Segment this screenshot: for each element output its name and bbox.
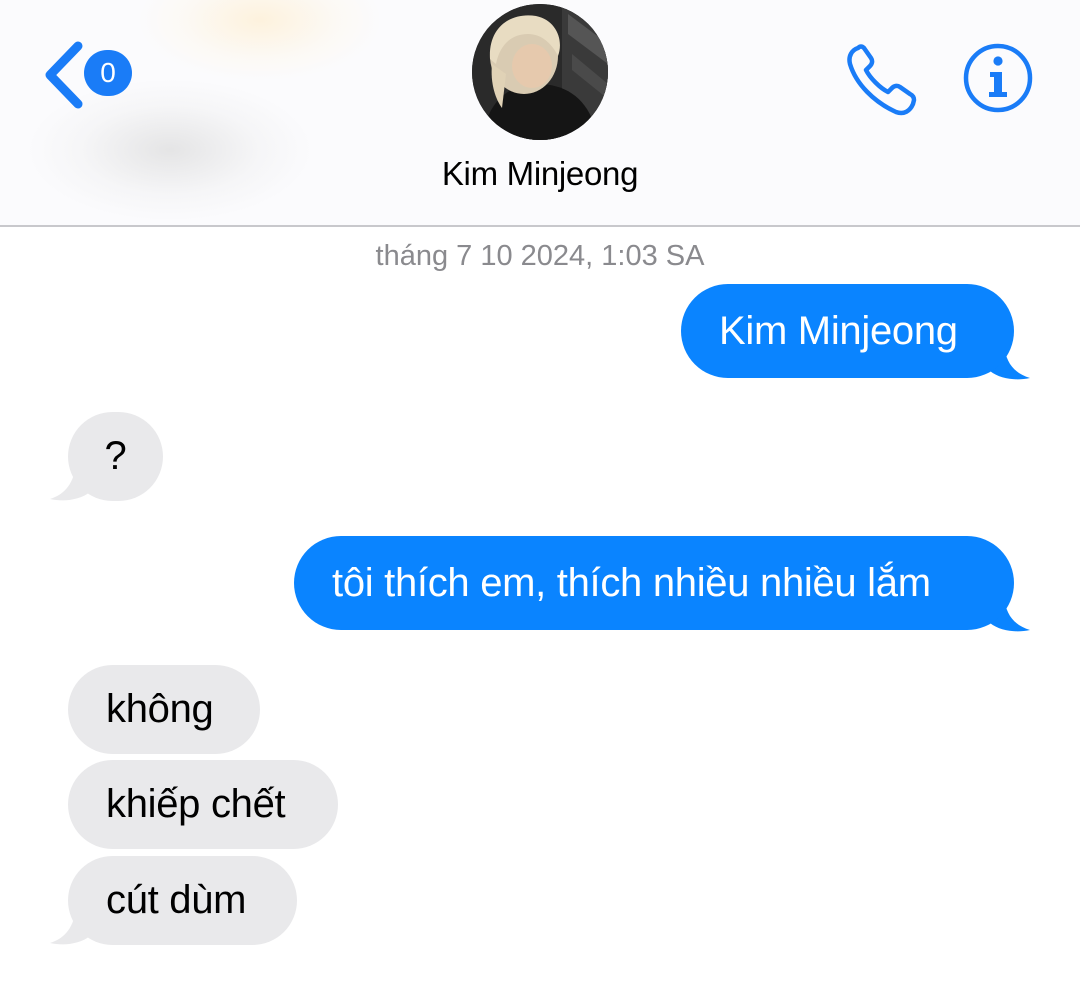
info-icon <box>963 43 1033 113</box>
message-text: khiếp chết <box>106 782 286 826</box>
contact-avatar[interactable] <box>472 4 608 140</box>
received-message-bubble[interactable]: không <box>68 665 260 754</box>
unread-count-badge: 0 <box>84 50 132 96</box>
avatar-photo <box>472 4 608 140</box>
received-message-bubble[interactable]: khiếp chết <box>68 760 338 849</box>
info-button[interactable] <box>962 42 1034 114</box>
received-message-bubble[interactable]: cút dùm <box>68 856 297 945</box>
chevron-left-icon <box>45 41 83 109</box>
message-text: không <box>106 687 214 731</box>
message-text: cút dùm <box>106 878 247 922</box>
message-timestamp: tháng 7 10 2024, 1:03 SA <box>375 240 705 272</box>
phone-icon <box>847 44 917 116</box>
back-button[interactable]: 0 <box>40 38 140 110</box>
message-text: Kim Minjeong <box>719 309 958 353</box>
call-button[interactable] <box>840 40 924 120</box>
contact-name[interactable]: Kim Minjeong <box>340 155 740 193</box>
received-message-bubble[interactable]: ? <box>68 412 163 501</box>
sent-message-bubble[interactable]: Kim Minjeong <box>681 284 1014 378</box>
blurred-background-highlight <box>140 0 380 80</box>
message-text: tôi thích em, thích nhiều nhiều lắm <box>332 561 931 605</box>
conversation-header: 0 Kim Minjeong <box>0 0 1080 227</box>
message-text: ? <box>104 434 127 478</box>
sent-message-bubble[interactable]: tôi thích em, thích nhiều nhiều lắm <box>294 536 1014 630</box>
